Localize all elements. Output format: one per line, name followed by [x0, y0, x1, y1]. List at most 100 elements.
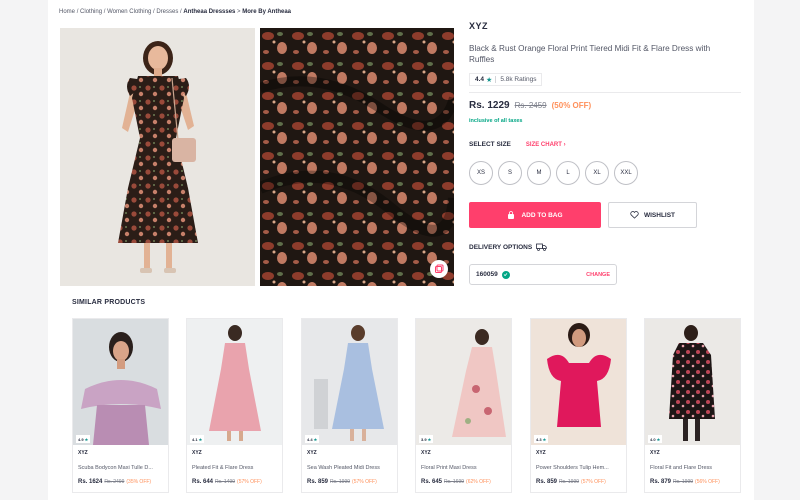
- product-name: Power Shoulders Tulip Hem...: [536, 465, 609, 471]
- product-thumbnail: [416, 319, 511, 445]
- breadcrumb-brand-dresses[interactable]: Antheaa Dressses: [183, 9, 235, 15]
- rating-value: 4.0: [650, 436, 656, 442]
- product-price: Rs. 859 Rs. 1999 (57% OFF): [536, 479, 606, 485]
- rating-badge: 3.9 ★: [419, 435, 434, 443]
- breadcrumb-home[interactable]: Home: [59, 9, 75, 15]
- wishlist-label: WISHLIST: [643, 211, 676, 219]
- wishlist-button[interactable]: WISHLIST: [608, 202, 697, 228]
- size-button-xxl[interactable]: XXL: [614, 161, 638, 185]
- selling-price: Rs. 1624: [78, 479, 103, 485]
- discount-percent: (57% OFF): [581, 479, 606, 485]
- mrp-price: Rs. 2499: [104, 479, 125, 485]
- product-brand: XYZ: [421, 450, 431, 456]
- delivery-options-heading: DELIVERY OPTIONS: [469, 243, 547, 251]
- rating-value: 4.4: [475, 76, 485, 83]
- similar-icon-button[interactable]: [430, 260, 448, 278]
- product-name: Scuba Bodycon Maxi Tulle D...: [78, 465, 153, 471]
- mrp-price: Rs. 1999: [330, 479, 351, 485]
- breadcrumb-women-clothing[interactable]: Women Clothing: [107, 9, 151, 15]
- star-icon: ★: [542, 436, 547, 442]
- add-to-bag-button[interactable]: ADD TO BAG: [469, 202, 601, 228]
- product-brand: XYZ: [192, 450, 202, 456]
- product-price: Rs. 1624 Rs. 2499 (35% OFF): [78, 479, 151, 485]
- product-brand: XYZ: [536, 450, 546, 456]
- similar-product-card[interactable]: 3.9 ★ XYZ Floral Print Maxi Dress Rs. 645…: [415, 318, 512, 493]
- similar-product-card[interactable]: 4.1 ★ XYZ Pleated Fit & Flare Dress Rs. 6…: [186, 318, 283, 493]
- product-brand: XYZ: [78, 450, 88, 456]
- product-brand: XYZ: [650, 450, 660, 456]
- breadcrumb-separator: /: [152, 9, 155, 15]
- rating-badge: 4.4 ★: [305, 435, 320, 443]
- product-name: Floral Print Maxi Dress: [421, 465, 477, 471]
- product-name: Floral Fit and Flare Dress: [650, 465, 713, 471]
- select-size-label: SELECT SIZE: [469, 141, 511, 148]
- bag-icon: [508, 211, 515, 219]
- product-thumbnail: [531, 319, 626, 445]
- star-icon: ★: [198, 436, 203, 442]
- rating-badge: 4.1 ★: [190, 435, 205, 443]
- size-chart-link[interactable]: SIZE CHART ›: [526, 142, 566, 148]
- product-price: Rs. 644 Rs. 1499 (57% OFF): [192, 479, 262, 485]
- discount-percent: (57% OFF): [352, 479, 377, 485]
- fabric-photo: [260, 28, 454, 286]
- truck-icon: [536, 243, 547, 251]
- mrp-price: Rs. 1499: [215, 479, 236, 485]
- rating-value: 4.1: [192, 436, 198, 442]
- rating-value: 3.9: [421, 436, 427, 442]
- layers-icon: [435, 264, 444, 273]
- selling-price: Rs. 644: [192, 479, 214, 485]
- similar-product-card[interactable]: 4.3 ★ XYZ Power Shoulders Tulip Hem... Rs…: [530, 318, 627, 493]
- star-icon: ★: [486, 76, 493, 84]
- product-image-model[interactable]: [60, 28, 255, 286]
- breadcrumb-separator: /: [103, 9, 106, 15]
- heart-icon: [630, 211, 639, 219]
- chevron-right-icon: ›: [563, 141, 566, 148]
- size-button-l[interactable]: L: [556, 161, 580, 185]
- discount-percent: (56% OFF): [695, 479, 720, 485]
- size-button-xs[interactable]: XS: [469, 161, 493, 185]
- product-page: Home / Clothing / Women Clothing / Dress…: [48, 0, 754, 500]
- selling-price: Rs. 859: [307, 479, 329, 485]
- add-to-bag-label: ADD TO BAG: [521, 211, 563, 219]
- discount-percent: (62% OFF): [466, 479, 491, 485]
- rating-badge: 4.3 ★: [534, 435, 549, 443]
- product-title: Black & Rust Orange Floral Print Tiered …: [469, 44, 711, 64]
- selling-price: Rs. 859: [536, 479, 558, 485]
- breadcrumb-separator: /: [180, 9, 182, 15]
- breadcrumb-more-by-brand[interactable]: More By Antheaa: [242, 9, 291, 15]
- breadcrumb-clothing[interactable]: Clothing: [80, 9, 102, 15]
- similar-product-card[interactable]: 4.4 ★ XYZ Sea Wash Pleated Midi Dress Rs.…: [301, 318, 398, 493]
- size-button-s[interactable]: S: [498, 161, 522, 185]
- product-name: Sea Wash Pleated Midi Dress: [307, 465, 380, 471]
- size-button-xl[interactable]: XL: [585, 161, 609, 185]
- pincode-value: 160059: [476, 271, 498, 278]
- info-divider: [469, 92, 741, 93]
- similar-product-card[interactable]: 4.0 ★ XYZ Floral Fit and Flare Dress Rs. …: [644, 318, 741, 493]
- pincode-field[interactable]: 160059 CHANGE: [469, 264, 617, 285]
- product-name: Pleated Fit & Flare Dress: [192, 465, 254, 471]
- breadcrumb: Home / Clothing / Women Clothing / Dress…: [59, 9, 292, 15]
- rating-value: 4.3: [536, 436, 542, 442]
- rating-badge: 4.0 ★: [648, 435, 663, 443]
- rating-count: 5.8k Ratings: [500, 76, 537, 83]
- product-price: Rs. 879 Rs. 1999 (56% OFF): [650, 479, 720, 485]
- star-icon: ★: [656, 436, 661, 442]
- product-price: Rs. 645 Rs. 1699 (62% OFF): [421, 479, 491, 485]
- breadcrumb-dresses[interactable]: Dresses: [156, 9, 178, 15]
- selling-price: Rs. 1229: [469, 100, 510, 111]
- size-options: XS S M L XL XXL: [469, 161, 643, 185]
- product-thumbnail: [187, 319, 282, 445]
- product-brand: XYZ: [469, 21, 489, 31]
- star-icon: ★: [427, 436, 432, 442]
- product-image-fabric[interactable]: [260, 28, 454, 286]
- size-chart-label: SIZE CHART: [525, 141, 562, 148]
- size-header: SELECT SIZE SIZE CHART ›: [469, 141, 566, 148]
- mrp-price: Rs. 2459: [514, 101, 547, 110]
- check-circle-icon: [501, 270, 510, 279]
- rating-badge[interactable]: 4.4 ★ 5.8k Ratings: [469, 73, 543, 86]
- similar-product-card[interactable]: 4.9 ★ XYZ Scuba Bodycon Maxi Tulle D... R…: [72, 318, 169, 493]
- selling-price: Rs. 879: [650, 479, 672, 485]
- size-button-m[interactable]: M: [527, 161, 551, 185]
- change-pincode-button[interactable]: CHANGE: [586, 272, 610, 278]
- price-row: Rs. 1229 Rs. 2459 (50% OFF): [469, 100, 591, 111]
